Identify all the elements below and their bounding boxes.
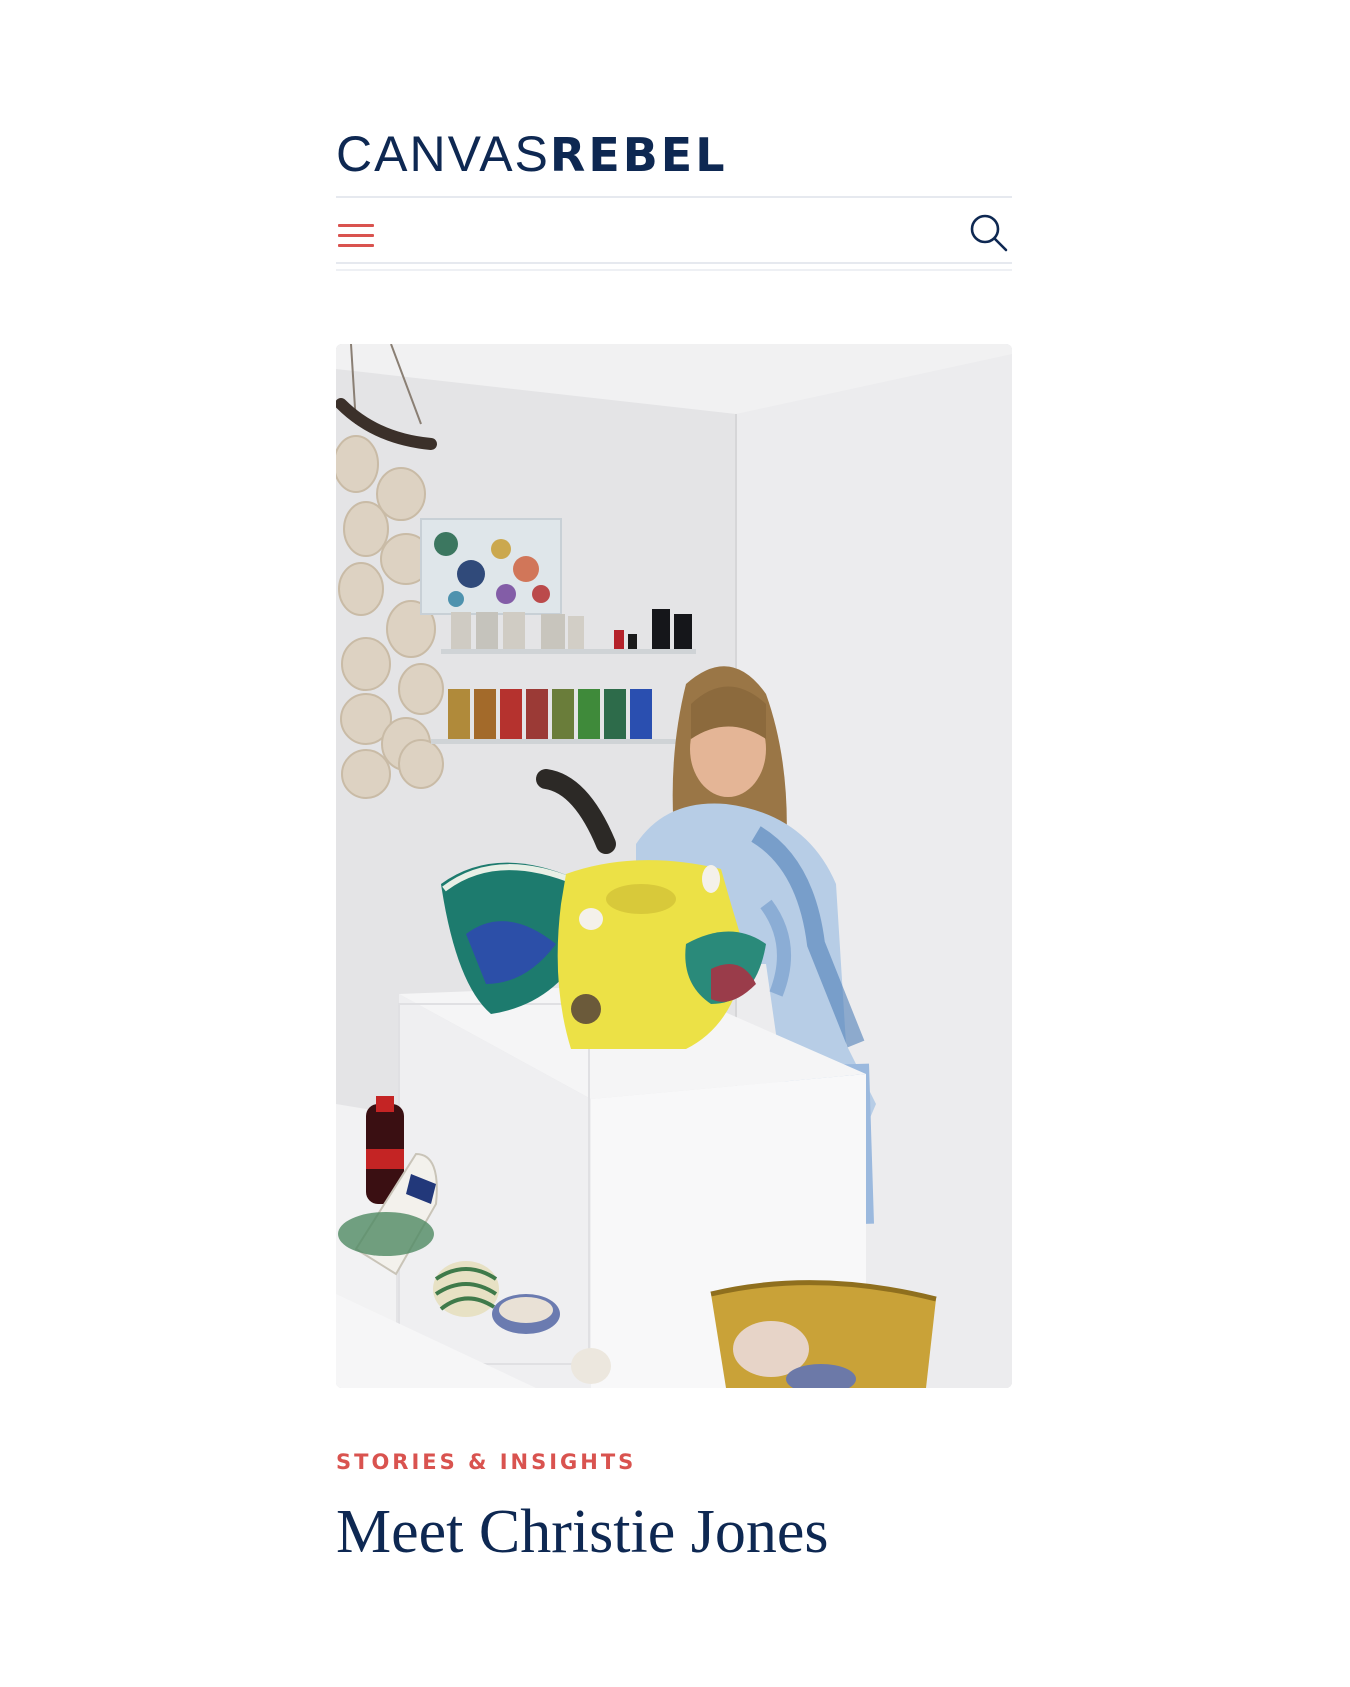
search-icon[interactable] bbox=[968, 212, 1010, 254]
navigation-bar bbox=[336, 196, 1012, 272]
article-category[interactable]: STORIES & INSIGHTS bbox=[336, 1450, 636, 1474]
article-title[interactable]: Meet Christie Jones bbox=[336, 1496, 829, 1568]
logo-text-light: CANVAS bbox=[336, 126, 550, 182]
nav-divider bbox=[336, 262, 1012, 264]
nav-divider-secondary bbox=[336, 269, 1012, 271]
site-logo[interactable]: CANVASREBEL bbox=[336, 126, 728, 182]
article-hero-image[interactable] bbox=[336, 344, 1012, 1388]
hamburger-menu-icon[interactable] bbox=[336, 218, 376, 252]
logo-text-bold: REBEL bbox=[549, 128, 728, 182]
